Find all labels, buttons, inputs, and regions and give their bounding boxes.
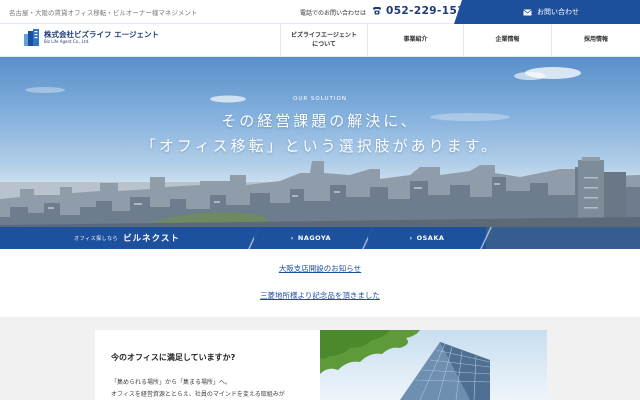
logo-subtitle: Biz Life Agent Co., Ltd. — [44, 38, 90, 44]
nav-item-about[interactable]: ビズライフエージェント について — [280, 24, 367, 57]
section-title: 今のオフィスに満足していますか? — [111, 353, 236, 362]
divider-slash — [480, 227, 492, 249]
hero-headline-2: 「オフィス移転」という選択肢があります。 — [140, 137, 500, 155]
logo-mark-icon — [24, 29, 39, 46]
nav-about-line2: について — [312, 40, 336, 48]
osaka-link[interactable]: › OSAKA — [368, 227, 492, 249]
hero-link-bar: オフィス探しなら ビルネクスト › NAGOYA › OSAKA — [0, 227, 640, 249]
hero-banner: OUR SOLUTION その経営課題の解決に、 「オフィス移転」という選択肢が… — [0, 57, 640, 249]
nav-menu: ビズライフエージェント について 事業紹介 企業情報 採用情報 — [280, 24, 640, 57]
nav-business-label: 事業紹介 — [403, 36, 428, 44]
section-text-1: 「集められる場所」から「集まる場所」へ。 — [111, 379, 232, 386]
bilnext-small-label: オフィス探しなら — [74, 235, 119, 242]
nav-item-recruit[interactable]: 採用情報 — [551, 24, 640, 57]
osaka-label: OSAKA — [416, 234, 445, 242]
news-section: 大阪支店開設のお知らせ 三菱地所様より記念品を頂きました — [0, 249, 640, 317]
nagoya-link[interactable]: › NAGOYA — [254, 227, 374, 249]
nav-about-line1: ビズライフエージェント — [291, 31, 357, 39]
site-tagline: 名古屋・大阪の賃貸オフィス移転・ビルオーナー様マネジメント — [9, 9, 198, 17]
bilnext-name: ビルネクスト — [123, 234, 180, 244]
mail-icon — [523, 8, 532, 15]
nav-recruit-label: 採用情報 — [583, 36, 608, 44]
top-bar: 名古屋・大阪の賃貸オフィス移転・ビルオーナー様マネジメント 電話でのお問い合わせ… — [0, 0, 640, 24]
news-link-mitsubishi-gift[interactable]: 三菱地所様より記念品を頂きました — [0, 290, 640, 301]
office-building-photo — [320, 330, 547, 400]
logo-name: 株式会社ビズライフ エージェント — [44, 30, 159, 40]
hero-headline-1: その経営課題の解決に、 — [221, 112, 419, 130]
company-logo[interactable]: 株式会社ビズライフ エージェント Biz Life Agent Co., Ltd… — [24, 29, 159, 46]
nav-item-business[interactable]: 事業紹介 — [367, 24, 463, 57]
hero-eyebrow: OUR SOLUTION — [293, 96, 347, 102]
news-link-osaka-branch[interactable]: 大阪支店開設のお知らせ — [0, 263, 640, 274]
nagoya-label: NAGOYA — [297, 234, 332, 242]
nav-company-label: 企業情報 — [495, 36, 520, 44]
section-text-2: オフィスを経営資源ととらえ、社員のマインドを変える取組みが — [111, 391, 285, 398]
hero-bar-filler — [486, 227, 640, 249]
nav-item-company[interactable]: 企業情報 — [463, 24, 551, 57]
office-satisfaction-section: 今のオフィスに満足していますか? 「集められる場所」から「集まる場所」へ。 オフ… — [0, 317, 640, 400]
arrow-right-icon: › — [409, 234, 413, 242]
intro-card: 今のオフィスに満足していますか? 「集められる場所」から「集まる場所」へ。 オフ… — [95, 330, 320, 400]
main-navbar: 株式会社ビズライフ エージェント Biz Life Agent Co., Ltd… — [0, 24, 640, 57]
phone-label: 電話でのお問い合わせは — [300, 10, 367, 17]
building-image — [320, 330, 547, 400]
phone-icon — [373, 7, 381, 15]
contact-button[interactable]: お問い合わせ — [454, 0, 640, 24]
contact-button-label: お問い合わせ — [537, 8, 579, 16]
arrow-right-icon: › — [290, 234, 294, 242]
bilnext-link[interactable]: オフィス探しなら ビルネクスト — [0, 227, 260, 249]
